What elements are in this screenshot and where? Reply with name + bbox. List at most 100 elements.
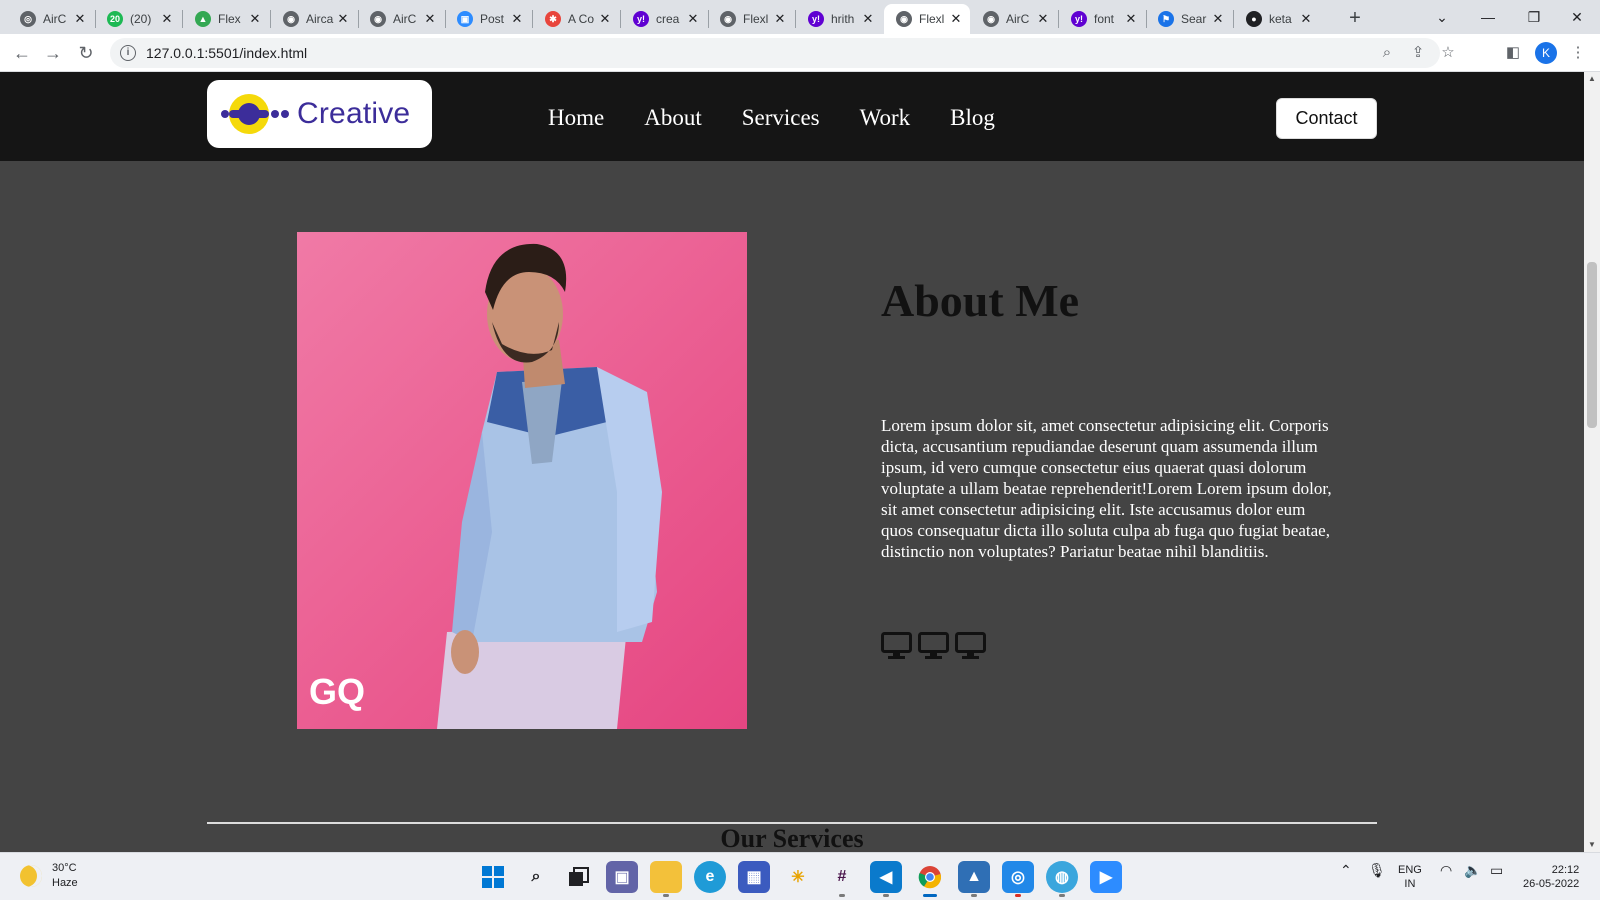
forward-arrow-icon[interactable]: → [41,41,65,65]
tab-close-icon[interactable]: ✕ [1298,11,1314,27]
site-logo[interactable]: Creative [207,80,432,148]
tab-close-icon[interactable]: ✕ [335,11,351,27]
clock[interactable]: 22:12 26-05-2022 [1523,863,1579,891]
tab-title: (20) [130,12,152,26]
teams-chat-icon[interactable]: ▣ [606,861,638,893]
file-explorer-icon[interactable] [650,861,682,897]
windows-start-icon[interactable] [477,861,509,893]
tab-close-icon[interactable]: ✕ [1210,11,1226,27]
back-arrow-icon[interactable]: ← [10,41,34,65]
browser-tab[interactable]: ⚑ Sear ✕ [1146,4,1232,34]
tab-favicon-icon: ⚑ [1158,11,1174,27]
browser-tab[interactable]: ✱ A Co ✕ [533,4,619,34]
tab-favicon-icon: y! [808,11,824,27]
zoom-app-icon[interactable]: ▶ [1090,861,1122,893]
browser-tab[interactable]: ▲ Flex ✕ [183,4,269,34]
slack-icon[interactable]: # [826,861,858,897]
vscode-icon[interactable]: ◀ [870,861,902,897]
photos-icon[interactable]: ▲ [958,861,990,897]
weather-widget[interactable]: 30°C Haze [20,861,78,891]
site-info-icon[interactable]: i [120,45,136,61]
tab-favicon-icon: ✱ [545,11,561,27]
edge-icon[interactable]: e [694,861,726,893]
snipping-tool-icon[interactable]: ◎ [1002,861,1034,897]
restore-button[interactable]: ❐ [1511,4,1557,30]
tab-close-icon[interactable]: ✕ [860,11,876,27]
nav-services-link[interactable]: Services [742,105,820,131]
scroll-down-arrow-icon[interactable]: ▼ [1584,838,1600,852]
new-tab-button[interactable]: + [1341,6,1369,30]
photos-sparkle-icon[interactable]: ✳ [782,861,814,893]
tab-close-icon[interactable]: ✕ [948,11,964,27]
maps-globe-icon[interactable]: ◍ [1046,861,1078,897]
tab-close-icon[interactable]: ✕ [159,11,175,27]
tab-title: Sear [1181,12,1207,26]
browser-tab[interactable]: 20 (20) ✕ [95,4,181,34]
browser-tab[interactable]: y! hrith ✕ [796,4,882,34]
tab-favicon-icon: ◉ [720,11,736,27]
tray-chevron-up-icon[interactable]: ⌃ [1340,863,1352,877]
contact-button[interactable]: Contact [1276,98,1377,139]
monitor-icon[interactable] [955,632,986,660]
browser-tab[interactable]: y! crea ✕ [621,4,707,34]
volume-icon[interactable]: 🔈 [1464,863,1481,877]
browser-tab[interactable]: ◉ AirC ✕ [971,4,1057,34]
store-icon[interactable]: ▦ [738,861,770,893]
tab-close-icon[interactable]: ✕ [247,11,263,27]
language-indicator[interactable]: ENG IN [1398,863,1422,891]
scroll-up-arrow-icon[interactable]: ▲ [1584,72,1600,86]
close-window-button[interactable]: ✕ [1554,4,1600,30]
reload-icon[interactable]: ↻ [74,41,98,65]
wifi-icon[interactable]: ◠ [1440,863,1452,877]
tab-search-icon[interactable]: ⌄ [1419,4,1465,30]
minimize-button[interactable]: — [1465,4,1511,30]
logo-text: Creative [297,97,411,130]
battery-icon[interactable]: ▭ [1490,863,1503,877]
nav-work-link[interactable]: Work [860,105,911,131]
bookmark-star-icon[interactable]: ☆ [1436,38,1460,68]
profile-avatar[interactable]: K [1535,42,1557,64]
moon-haze-icon [20,865,42,887]
browser-tab[interactable]: ● keta ✕ [1234,4,1320,34]
tab-close-icon[interactable]: ✕ [509,11,525,27]
about-text: Lorem ipsum dolor sit, amet consectetur … [881,416,1332,561]
nav-blog-link[interactable]: Blog [950,105,995,131]
tab-close-icon[interactable]: ✕ [72,11,88,27]
share-icon[interactable]: ⇪ [1406,38,1430,68]
browser-tab[interactable]: y! font ✕ [1059,4,1145,34]
tab-close-icon[interactable]: ✕ [1035,11,1051,27]
url-text[interactable]: 127.0.0.1:5501/index.html [146,45,307,61]
tab-close-icon[interactable]: ✕ [422,11,438,27]
nav-about-link[interactable]: About [644,105,702,131]
menu-kebab-icon[interactable]: ⋮ [1566,41,1590,65]
lang-bottom: IN [1404,878,1416,890]
tab-close-icon[interactable]: ✕ [597,11,613,27]
browser-tab[interactable]: ◎ AirC ✕ [8,4,94,34]
about-title: About Me [881,275,1080,326]
chrome-icon[interactable] [914,861,946,897]
tab-title: crea [656,12,680,26]
lang-top: ENG [1398,864,1422,876]
address-bar[interactable]: i 127.0.0.1:5501/index.html ⌕ ⇪ ☆ [110,38,1455,68]
tab-favicon-icon: ◎ [20,11,36,27]
tab-close-icon[interactable]: ✕ [685,11,701,27]
browser-tab[interactable]: ◉ Flexl ✕ [708,4,794,34]
side-panel-icon[interactable]: ◧ [1501,41,1525,65]
browser-tab[interactable]: ◉ AirC ✕ [358,4,444,34]
tab-close-icon[interactable]: ✕ [772,11,788,27]
nav-home-link[interactable]: Home [548,105,604,131]
browser-tab[interactable]: ◉ Airca ✕ [271,4,357,34]
microphone-icon[interactable]: 🎙 [1368,863,1386,877]
scroll-thumb[interactable] [1587,262,1597,428]
monitor-icon[interactable] [918,632,949,660]
clock-time: 22:12 [1551,864,1580,876]
zoom-icon[interactable]: ⌕ [1375,38,1399,68]
monitor-icon[interactable] [881,632,912,660]
task-view-icon[interactable] [563,861,595,893]
search-icon[interactable]: ⌕ [520,861,552,893]
browser-tab-strip: ◎ AirC ✕ 20 (20) ✕ ▲ Flex ✕ ◉ Airca ✕ ◉ AirC ✕ ▣ Post ✕ ✱ A… [0,0,1600,34]
tab-close-icon[interactable]: ✕ [1123,11,1139,27]
page-scrollbar[interactable]: ▲ ▼ [1584,72,1600,852]
browser-tab[interactable]: ◉ Flexl ✕ [884,4,970,34]
browser-tab[interactable]: ▣ Post ✕ [445,4,531,34]
